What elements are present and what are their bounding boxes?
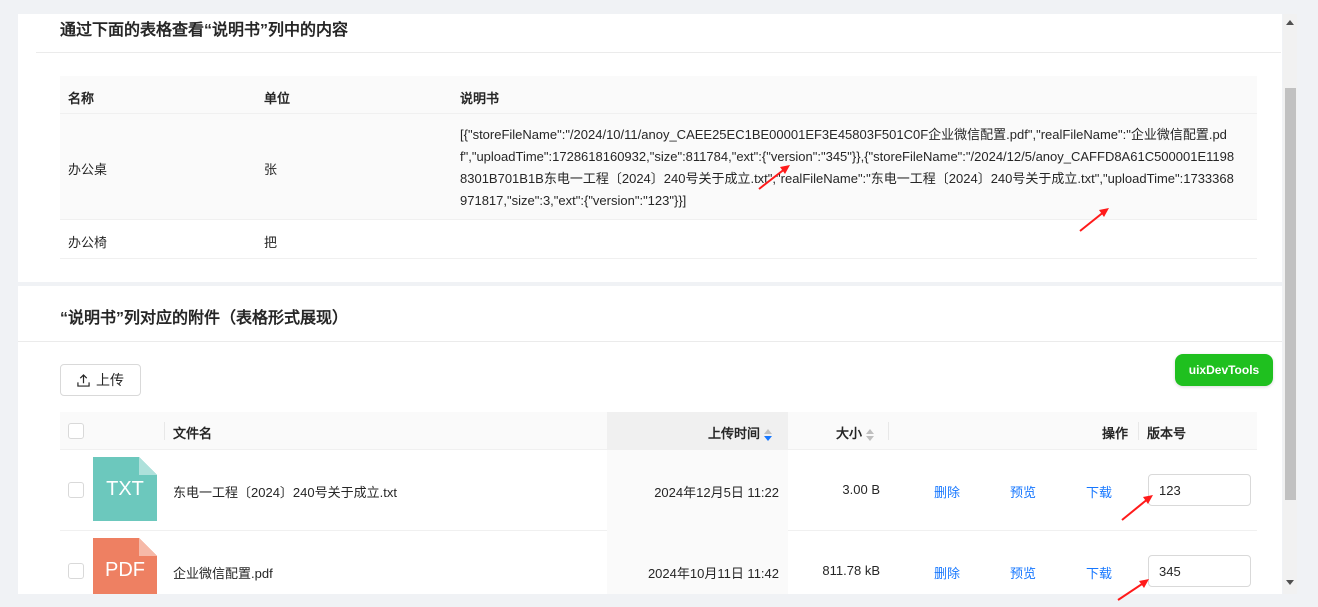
row-checkbox[interactable] bbox=[68, 563, 84, 579]
cell-name: 办公椅 bbox=[68, 235, 108, 250]
upload-time: 2024年12月5日 11:22 bbox=[654, 485, 779, 500]
version-input[interactable] bbox=[1148, 474, 1251, 506]
upload-icon bbox=[77, 373, 90, 387]
download-link[interactable]: 下载 bbox=[1086, 563, 1112, 582]
txt-file-icon: TXT bbox=[93, 457, 157, 521]
header-upload-time-label: 上传时间 bbox=[708, 426, 761, 441]
uixdevtools-button[interactable]: uixDevTools bbox=[1175, 354, 1273, 386]
scrollbar-thumb[interactable] bbox=[1285, 88, 1296, 500]
header-size-label: 大小 bbox=[836, 426, 863, 441]
cell-unit: 张 bbox=[264, 162, 278, 177]
cell-unit: 把 bbox=[264, 235, 278, 250]
version-input[interactable] bbox=[1148, 555, 1251, 587]
table-row: TXT 东电一工程〔2024〕240号关于成立.txt 2024年12月5日 1… bbox=[60, 450, 1257, 531]
table-row: 办公桌 张 [{"storeFileName":"/2024/10/11/ano… bbox=[60, 114, 1257, 220]
cell-description: [{"storeFileName":"/2024/10/11/anoy_CAEE… bbox=[460, 127, 1235, 208]
divider bbox=[18, 341, 1282, 342]
header-unit: 单位 bbox=[264, 91, 291, 106]
delete-link[interactable]: 删除 bbox=[934, 563, 960, 582]
description-table: 名称 单位 说明书 办公桌 张 [{"storeFileName":"/2024… bbox=[60, 76, 1257, 259]
upload-time: 2024年10月11日 11:42 bbox=[647, 566, 779, 581]
sort-icon[interactable] bbox=[866, 428, 875, 441]
file-size: 3.00 B bbox=[842, 482, 880, 497]
upload-label: 上传 bbox=[96, 372, 124, 388]
divider bbox=[36, 52, 1281, 53]
table-row: PDF 企业微信配置.pdf 2024年10月11日 11:42 811.78 … bbox=[60, 531, 1257, 594]
upload-button[interactable]: 上传 bbox=[60, 364, 141, 396]
delete-link[interactable]: 删除 bbox=[934, 482, 960, 501]
header-upload-time[interactable]: 上传时间 bbox=[708, 423, 773, 442]
scroll-up-arrow-icon[interactable] bbox=[1286, 20, 1294, 25]
row-checkbox[interactable] bbox=[68, 482, 84, 498]
pdf-file-icon: PDF bbox=[93, 538, 157, 594]
attachments-table: 文件名 上传时间 大小 操作 版本号 TXT 东电一工程〔2024〕240号关于… bbox=[60, 412, 1257, 594]
sort-icon[interactable] bbox=[764, 428, 773, 441]
header-size[interactable]: 大小 bbox=[836, 423, 875, 442]
header-name: 名称 bbox=[68, 91, 95, 106]
content-viewport: 通过下面的表格查看“说明书”列中的内容 名称 单位 说明书 办公桌 张 [{"s… bbox=[18, 14, 1282, 594]
header-version: 版本号 bbox=[1147, 426, 1187, 441]
section1-title: 通过下面的表格查看“说明书”列中的内容 bbox=[60, 22, 349, 39]
header-separator bbox=[164, 422, 165, 440]
section2-title: “说明书”列对应的附件（表格形式展现） bbox=[60, 310, 349, 327]
preview-link[interactable]: 预览 bbox=[1010, 563, 1036, 582]
header-separator bbox=[1138, 422, 1139, 440]
table-header: 文件名 上传时间 大小 操作 版本号 bbox=[60, 412, 1257, 450]
scroll-down-arrow-icon[interactable] bbox=[1286, 580, 1294, 585]
download-link[interactable]: 下载 bbox=[1086, 482, 1112, 501]
file-size: 811.78 kB bbox=[822, 563, 880, 578]
table-header: 名称 单位 说明书 bbox=[60, 76, 1257, 114]
file-name: 企业微信配置.pdf bbox=[173, 566, 273, 581]
header-separator bbox=[888, 422, 889, 440]
cell-name: 办公桌 bbox=[68, 162, 108, 177]
header-actions: 操作 bbox=[1102, 426, 1129, 441]
file-name: 东电一工程〔2024〕240号关于成立.txt bbox=[173, 485, 397, 500]
header-description: 说明书 bbox=[460, 91, 500, 106]
table-row: 办公椅 把 bbox=[60, 220, 1257, 259]
preview-link[interactable]: 预览 bbox=[1010, 482, 1036, 501]
select-all-checkbox[interactable] bbox=[68, 423, 84, 439]
header-filename: 文件名 bbox=[173, 426, 213, 441]
